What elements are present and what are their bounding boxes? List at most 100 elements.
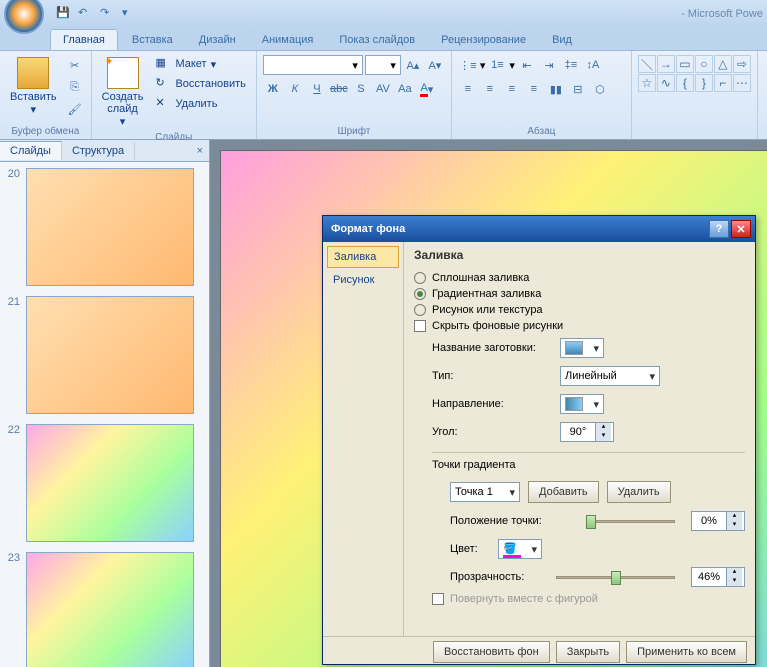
tab-slides-pane[interactable]: Слайды [0,141,62,160]
dialog-titlebar[interactable]: Формат фона ? ✕ [323,216,755,242]
shape-brace[interactable]: { [676,74,694,92]
numbering-icon[interactable]: 1≡ [487,55,507,75]
checkbox-hide-bg[interactable]: Скрыть фоновые рисунки [414,318,745,334]
chevron-down-icon[interactable]: ▾ [509,59,515,72]
angle-input[interactable] [561,426,595,438]
spin-up-icon[interactable]: ▴ [726,568,742,577]
apply-all-button[interactable]: Применить ко всем [626,641,747,663]
shapes-gallery[interactable]: ＼ → ▭ ○ △ ⇨ ☆ ∿ { } ⌐ ⋯ [638,55,751,92]
slide-thumbnail[interactable] [26,424,194,542]
transparency-slider[interactable] [556,567,675,587]
reset-button[interactable]: ↻Восстановить [151,75,249,93]
new-slide-button[interactable]: ✦ Создать слайд ▾ [98,55,148,130]
position-slider[interactable] [586,511,675,531]
close-dialog-button[interactable]: Закрыть [556,641,620,663]
increase-indent-icon[interactable]: ⇥ [539,55,559,75]
font-color-button[interactable]: A▾ [417,79,437,99]
cut-icon[interactable]: ✂ [65,55,85,75]
transparency-spinner[interactable]: ▴▾ [691,567,745,587]
spin-down-icon[interactable]: ▾ [726,577,742,586]
shadow-button[interactable]: S [351,79,371,99]
shape-triangle[interactable]: △ [714,55,732,73]
shrink-font-icon[interactable]: A▾ [425,55,445,75]
close-pane-icon[interactable]: × [191,145,209,157]
shape-star[interactable]: ☆ [638,74,656,92]
preset-combo[interactable]: ▾ [560,338,604,358]
text-direction-icon[interactable]: ↕A [583,55,603,75]
tab-home[interactable]: Главная [50,29,118,50]
chevron-down-icon[interactable]: ▾ [480,59,486,72]
shape-curve[interactable]: ∿ [657,74,675,92]
slide-thumbnail[interactable] [26,296,194,414]
tab-animations[interactable]: Анимация [250,30,326,50]
shape-arrow[interactable]: → [657,55,675,73]
slider-thumb[interactable] [586,515,596,529]
add-stop-button[interactable]: Добавить [528,481,599,503]
type-combo[interactable]: Линейный▾ [560,366,660,386]
format-painter-icon[interactable]: 🖌 [65,99,85,119]
slide-thumbnail[interactable] [26,552,194,667]
thumbnail-row[interactable]: 22 [6,424,203,542]
position-input[interactable] [692,515,726,527]
bold-button[interactable]: Ж [263,79,283,99]
tab-review[interactable]: Рецензирование [429,30,538,50]
layout-button[interactable]: ▦Макет▾ [151,55,249,73]
shape-more[interactable]: ⋯ [733,74,751,92]
thumbnails-list[interactable]: 20 21 22 23 [0,162,209,667]
category-picture[interactable]: Рисунок [327,270,399,290]
copy-icon[interactable]: ⎘ [65,77,85,97]
delete-button[interactable]: ✕Удалить [151,95,249,113]
remove-stop-button[interactable]: Удалить [607,481,671,503]
columns-icon[interactable]: ▮▮ [546,79,566,99]
position-spinner[interactable]: ▴▾ [691,511,745,531]
tab-insert[interactable]: Вставка [120,30,185,50]
align-right-icon[interactable]: ≡ [502,79,522,99]
redo-icon[interactable]: ↷ [100,6,116,22]
slider-thumb[interactable] [611,571,621,585]
reset-bg-button[interactable]: Восстановить фон [433,641,550,663]
strike-button[interactable]: abc [329,79,349,99]
qat-dropdown-icon[interactable]: ▾ [122,6,138,22]
align-text-icon[interactable]: ⊟ [568,79,588,99]
tab-design[interactable]: Дизайн [187,30,248,50]
spin-down-icon[interactable]: ▾ [726,521,742,530]
tab-view[interactable]: Вид [540,30,584,50]
category-fill[interactable]: Заливка [327,246,399,268]
smartart-icon[interactable]: ⬡ [590,79,610,99]
undo-icon[interactable]: ↶ [78,6,94,22]
direction-combo[interactable]: ▾ [560,394,604,414]
radio-gradient-fill[interactable]: Градиентная заливка [414,286,745,302]
spin-up-icon[interactable]: ▴ [595,423,611,432]
char-spacing-button[interactable]: AV [373,79,393,99]
grow-font-icon[interactable]: A▴ [403,55,423,75]
font-family-combo[interactable]: ▾ [263,55,363,75]
stop-combo[interactable]: Точка 1▾ [450,482,520,502]
radio-picture-fill[interactable]: Рисунок или текстура [414,302,745,318]
spin-down-icon[interactable]: ▾ [595,432,611,441]
thumbnail-row[interactable]: 21 [6,296,203,414]
transparency-input[interactable] [692,571,726,583]
slide-thumbnail[interactable] [26,168,194,286]
angle-spinner[interactable]: ▴▾ [560,422,614,442]
tab-outline-pane[interactable]: Структура [62,142,135,160]
color-combo[interactable]: 🪣▾ [498,539,542,559]
align-left-icon[interactable]: ≡ [458,79,478,99]
shape-connector[interactable]: ⌐ [714,74,732,92]
underline-button[interactable]: Ч [307,79,327,99]
paste-button[interactable]: Вставить ▾ [6,55,61,118]
thumbnail-row[interactable]: 23 [6,552,203,667]
tab-slideshow[interactable]: Показ слайдов [327,30,427,50]
shape-oval[interactable]: ○ [695,55,713,73]
font-size-combo[interactable]: ▾ [365,55,401,75]
bullets-icon[interactable]: ⋮≡ [458,55,478,75]
spin-up-icon[interactable]: ▴ [726,512,742,521]
italic-button[interactable]: К [285,79,305,99]
shape-brace2[interactable]: } [695,74,713,92]
shape-arrow2[interactable]: ⇨ [733,55,751,73]
close-button[interactable]: ✕ [731,220,751,238]
save-icon[interactable]: 💾 [56,6,72,22]
shape-line[interactable]: ＼ [638,55,656,73]
align-center-icon[interactable]: ≡ [480,79,500,99]
radio-solid-fill[interactable]: Сплошная заливка [414,270,745,286]
decrease-indent-icon[interactable]: ⇤ [517,55,537,75]
